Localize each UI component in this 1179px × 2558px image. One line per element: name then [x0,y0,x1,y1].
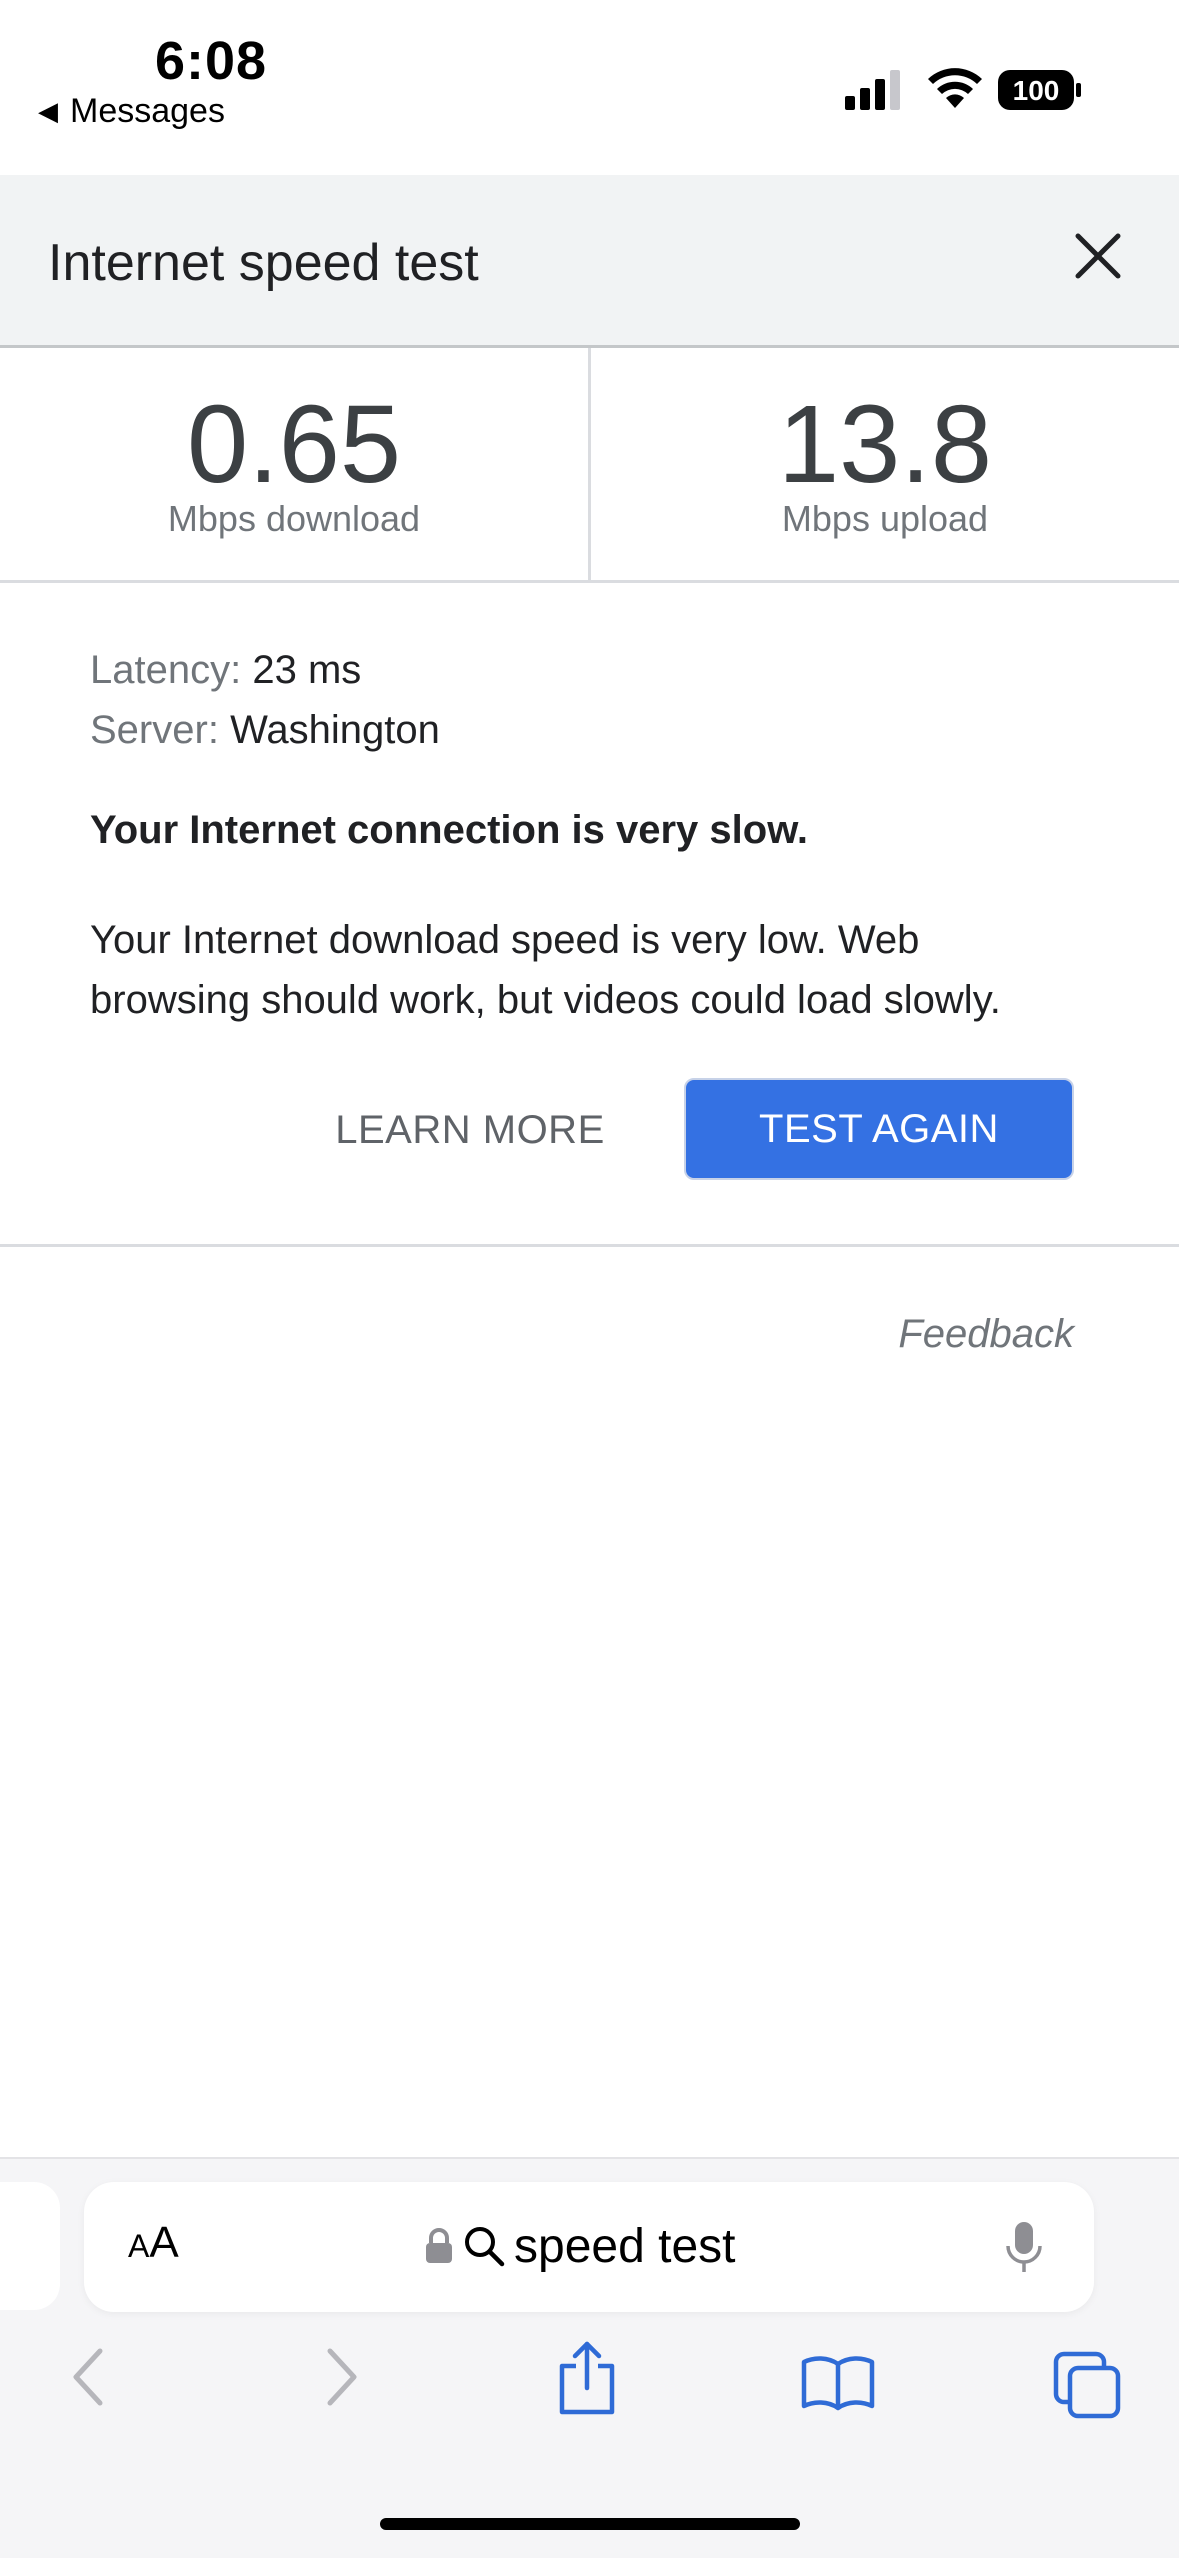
home-indicator[interactable] [380,2518,800,2530]
page-title: Internet speed test [48,234,479,292]
section-divider [0,1244,1179,1247]
speed-test-header: Internet speed test [0,175,1179,348]
download-result: 0.65 Mbps download [0,348,591,580]
battery-icon: 100 [998,70,1081,110]
search-icon [465,2227,505,2267]
lock-icon [426,2228,452,2263]
result-description: Your Internet download speed is very low… [90,918,1001,1022]
url-text: speed test [514,2219,736,2273]
test-again-button[interactable]: TEST AGAIN [684,1078,1074,1180]
upload-speed-label: Mbps upload [781,498,989,539]
back-app-label: Messages [70,92,225,130]
feedback-link[interactable]: Feedback [898,1312,1074,1357]
share-icon[interactable] [556,2340,618,2416]
learn-more-button[interactable]: LEARN MORE [320,1080,620,1180]
page-settings-button[interactable]: AA [128,2218,179,2268]
status-bar: 6:08 ◀ Messages 100 [0,0,1179,175]
latency-key: Latency: [90,648,242,692]
upload-speed-value: 13.8 [777,383,993,506]
url-display[interactable]: speed test [424,2216,735,2276]
back-triangle-icon: ◀ [38,96,58,126]
result-headline: Your Internet connection is very slow. [90,808,808,852]
status-time: 6:08 [155,31,268,91]
forward-icon[interactable] [322,2345,362,2409]
latency-value: 23 ms [252,648,362,692]
back-icon[interactable] [68,2345,108,2409]
server-row: Server: Washington [90,700,440,760]
address-bar[interactable]: AA speed test [84,2182,1094,2312]
test-details: Latency: 23 ms Server: Washington [90,640,440,760]
close-icon[interactable] [1070,228,1126,284]
download-speed-label: Mbps download [167,498,421,539]
aa-small-letter: A [128,2228,150,2264]
download-speed-value: 0.65 [186,383,402,506]
latency-row: Latency: 23 ms [90,640,440,700]
signal-icon [845,70,900,110]
wifi-icon [928,68,982,108]
upload-result: 13.8 Mbps upload [591,348,1179,580]
tabs-icon[interactable] [1052,2350,1124,2420]
aa-large-letter: A [149,2218,179,2267]
microphone-icon[interactable] [1004,2220,1044,2276]
battery-level-text: 100 [1013,75,1060,106]
speed-results: 0.65 Mbps download 13.8 Mbps upload [0,348,1179,583]
previous-tab-preview[interactable] [0,2182,60,2310]
bookmarks-icon[interactable] [800,2354,876,2412]
server-value: Washington [230,708,440,752]
back-to-app-link[interactable]: ◀ Messages [38,92,225,131]
server-key: Server: [90,708,219,752]
